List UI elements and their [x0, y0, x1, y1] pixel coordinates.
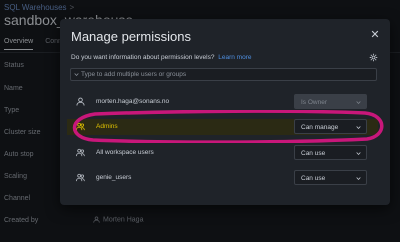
principal-name: All workspace users: [96, 149, 154, 156]
chevron-down-icon: [356, 177, 361, 181]
chevron-down-icon: [356, 126, 361, 130]
add-users-search[interactable]: [70, 68, 377, 81]
chevron-down-icon: [356, 152, 361, 156]
gear-icon[interactable]: [369, 53, 378, 62]
add-users-input[interactable]: [81, 69, 371, 80]
group-icon: [76, 148, 85, 157]
permission-value: Is Owner: [301, 99, 328, 106]
permission-select[interactable]: Can use: [294, 145, 367, 160]
dialog-title: Manage permissions: [71, 29, 191, 44]
permission-value: Can use: [301, 175, 326, 182]
user-icon: [76, 97, 85, 106]
permission-value: Can manage: [301, 124, 339, 131]
principal-name: Admins: [96, 123, 118, 130]
group-icon: [76, 173, 85, 182]
permission-value: Can use: [301, 150, 326, 157]
principal-name: morten.haga@sonans.no: [96, 98, 170, 105]
permission-row: genie_users Can use: [76, 170, 376, 186]
chevron-down-icon: [74, 73, 79, 77]
info-text: Do you want information about permission…: [71, 54, 215, 61]
learn-more-link[interactable]: Learn more: [218, 54, 251, 61]
principal-name: genie_users: [96, 174, 132, 181]
permission-info: Do you want information about permission…: [71, 54, 252, 61]
permission-row: All workspace users Can use: [76, 145, 376, 161]
permission-select[interactable]: Can manage: [294, 119, 367, 134]
group-icon: [76, 122, 85, 131]
permission-row-admins: Admins Can manage: [67, 119, 378, 135]
permission-select: Is Owner: [294, 94, 367, 109]
close-button[interactable]: ✕: [369, 29, 381, 41]
chevron-down-icon: [356, 101, 361, 105]
manage-permissions-dialog: Manage permissions ✕ Do you want informa…: [60, 19, 390, 205]
permission-row: morten.haga@sonans.no Is Owner: [76, 94, 376, 110]
permission-select[interactable]: Can use: [294, 170, 367, 185]
